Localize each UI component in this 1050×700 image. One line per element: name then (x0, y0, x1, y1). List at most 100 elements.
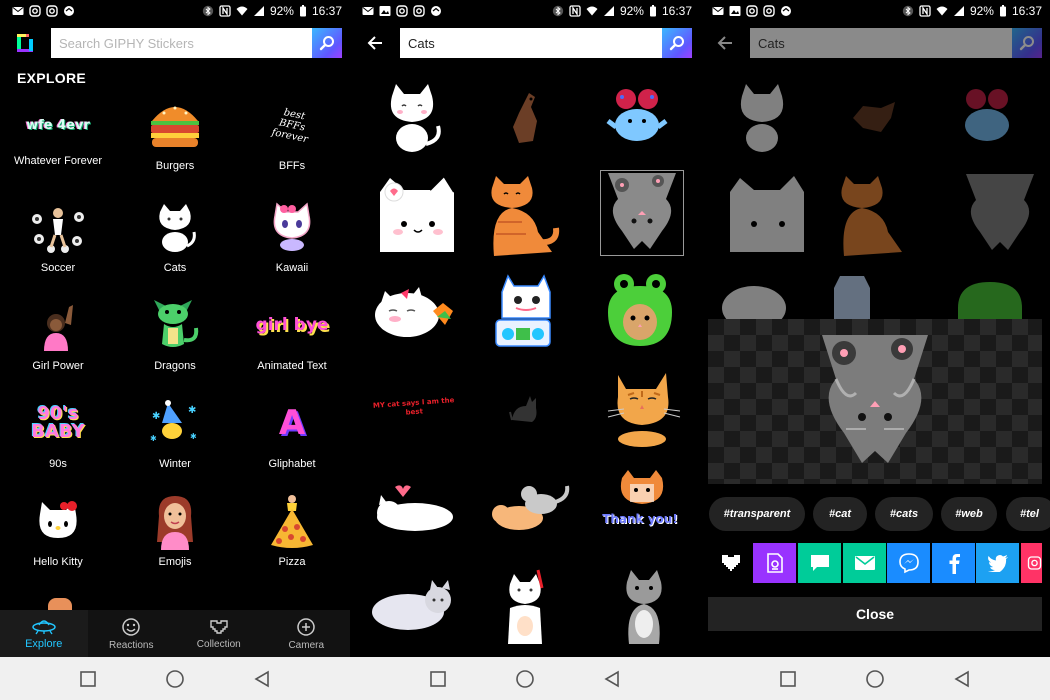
category-pizza[interactable]: Pizza (234, 490, 350, 569)
category-kawaii[interactable]: Kawaii (234, 196, 350, 275)
sticker-result[interactable] (475, 364, 575, 452)
sticker-result[interactable] (364, 464, 464, 552)
search-input[interactable] (750, 28, 1012, 58)
category-label: Emojis (158, 556, 192, 568)
instagram-icon (1027, 556, 1042, 570)
share-sms-button[interactable] (798, 543, 841, 583)
orange-cat-sticker (491, 176, 560, 256)
sticker-result[interactable] (587, 74, 687, 162)
category-cats[interactable]: Cats (117, 196, 233, 275)
thank-you-text: Thank you! (602, 512, 678, 526)
tag-chip[interactable]: #cats (875, 497, 933, 531)
sticker-result[interactable] (364, 268, 464, 356)
gliphabet-art: A (278, 403, 306, 443)
sticker-result[interactable] (364, 170, 464, 258)
back-arrow-icon[interactable] (366, 34, 384, 52)
category-label: Winter (159, 458, 191, 470)
sticker-result[interactable] (475, 562, 575, 650)
share-save-button[interactable] (753, 543, 796, 583)
back-icon[interactable] (603, 670, 621, 688)
sticker-result[interactable] (364, 74, 464, 162)
heart-icon (721, 555, 740, 571)
category-dragons[interactable]: Dragons (117, 294, 233, 373)
category-girl-power[interactable]: Girl Power (0, 294, 116, 373)
sticker-result-selected[interactable] (600, 170, 684, 256)
tag-chip[interactable]: #tel (1006, 497, 1050, 531)
sticker-result[interactable] (474, 268, 574, 356)
back-arrow-icon[interactable] (716, 34, 734, 52)
back-icon[interactable] (953, 670, 971, 688)
soccer-sticker (32, 208, 84, 253)
sticker-result[interactable] (590, 268, 690, 356)
sticker-result[interactable] (364, 562, 464, 650)
sticker-result[interactable] (475, 74, 575, 162)
nav-explore[interactable]: Explore (0, 610, 88, 657)
tabby-cat-sticker (607, 373, 681, 447)
sticker-result[interactable]: Thank you! (590, 464, 690, 552)
clock: 16:37 (661, 4, 692, 18)
nav-label: Collection (196, 638, 241, 650)
search-input[interactable] (51, 28, 312, 58)
recents-icon[interactable] (779, 670, 797, 688)
fluffy-cat-sticker (372, 580, 451, 630)
giphy-logo-icon[interactable] (14, 32, 36, 54)
category-soccer[interactable]: Soccer (0, 196, 116, 275)
nav-reactions[interactable]: Reactions (88, 610, 176, 657)
sticker-result[interactable] (594, 562, 694, 650)
category-90s[interactable]: 90's BABY 90s (0, 392, 116, 471)
share-instagram-button[interactable] (1021, 543, 1042, 583)
share-twitter-button[interactable] (976, 543, 1019, 583)
sticker-result[interactable] (594, 364, 694, 452)
category-gliphabet[interactable]: A Gliphabet (234, 392, 350, 471)
category-label: Animated Text (257, 360, 327, 372)
share-messenger-button[interactable] (887, 543, 930, 583)
battery-icon (299, 5, 306, 17)
sticker-result (714, 74, 814, 162)
close-button[interactable]: Close (708, 597, 1042, 631)
home-icon[interactable] (865, 669, 885, 689)
category-animated-text[interactable]: girl bye Animated Text (234, 294, 350, 373)
sticker-result[interactable] (472, 170, 572, 258)
search-button[interactable] (662, 28, 692, 58)
cat-sticker (159, 204, 196, 252)
category-burgers[interactable]: Burgers (117, 94, 233, 173)
tag-chip[interactable]: #web (941, 497, 997, 531)
category-whatever-forever[interactable]: wfe 4evr Whatever Forever (0, 94, 116, 168)
recents-icon[interactable] (429, 670, 447, 688)
nav-camera[interactable]: Camera (263, 610, 351, 657)
share-facebook-button[interactable] (932, 543, 975, 583)
home-icon[interactable] (165, 669, 185, 689)
search-button[interactable] (1012, 28, 1042, 58)
sticker-result[interactable]: MY cat says I am the best (364, 364, 464, 452)
robot-cat-sticker (495, 274, 551, 347)
search-icon (1019, 36, 1034, 51)
nav-collection[interactable]: Collection (175, 610, 263, 657)
home-icon[interactable] (515, 669, 535, 689)
search-input[interactable] (400, 28, 662, 58)
back-icon[interactable] (253, 670, 271, 688)
recents-icon[interactable] (79, 670, 97, 688)
search-button[interactable] (312, 28, 342, 58)
category-label: Girl Power (32, 360, 84, 372)
battery-icon (999, 5, 1006, 17)
frog-hat-cat-sticker (608, 274, 672, 346)
instagram-icon (413, 5, 425, 17)
wifi-icon (936, 6, 948, 16)
category-hello-kitty[interactable]: Hello Kitty (0, 490, 116, 569)
lying-white-cat-sticker (377, 485, 453, 531)
instagram-icon (746, 5, 758, 17)
category-label: BFFs (278, 160, 306, 172)
tag-chip[interactable]: #cat (813, 497, 867, 531)
category-emojis[interactable]: Emojis (117, 490, 233, 569)
category-winter[interactable]: ✱ ✱ ✱ ✱ Winter (117, 392, 233, 471)
sticker-result[interactable] (480, 464, 580, 552)
kawaii-sticker (273, 202, 311, 251)
share-email-button[interactable] (843, 543, 886, 583)
share-favorite-button[interactable] (709, 543, 752, 583)
tag-chip[interactable]: #transparent (709, 497, 805, 531)
category-label: Pizza (278, 556, 306, 568)
text-sticker: MY cat says I am the best (372, 396, 455, 417)
category-bffs[interactable]: best BFFs forever BFFs (234, 94, 350, 173)
two-cats-sticker (492, 485, 570, 530)
wifi-icon (586, 6, 598, 16)
